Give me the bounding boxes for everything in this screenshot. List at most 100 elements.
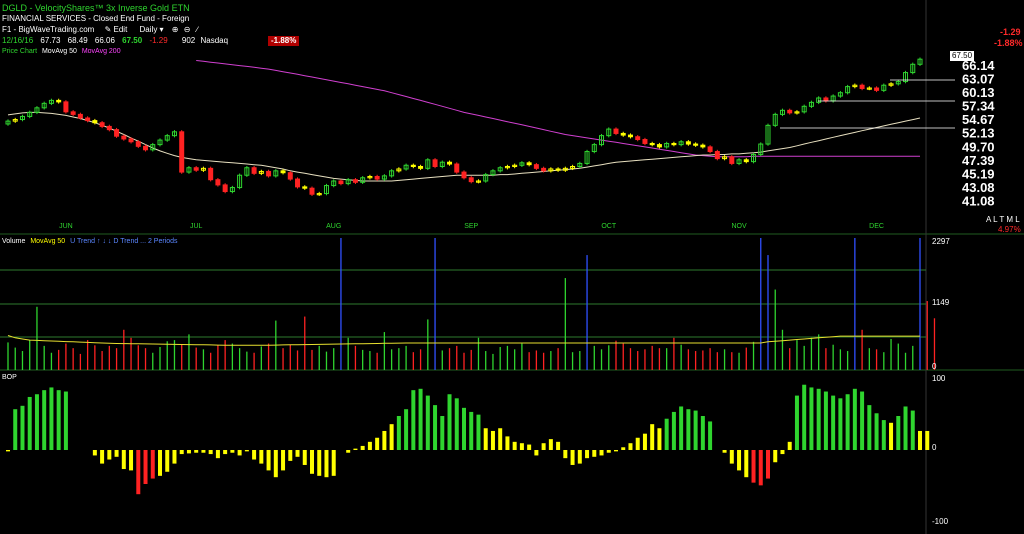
bop-bar bbox=[208, 450, 213, 455]
candle-body bbox=[671, 142, 677, 146]
bop-bar bbox=[628, 443, 633, 450]
bop-bar bbox=[505, 436, 510, 450]
chart-title: DGLD - VelocityShares™ 3x Inverse Gold E… bbox=[2, 3, 190, 13]
bop-bar bbox=[129, 450, 134, 471]
bop-bar bbox=[295, 450, 300, 457]
candle-body bbox=[215, 179, 221, 186]
bop-bar bbox=[845, 394, 850, 450]
price-candle bbox=[114, 127, 120, 138]
candle-body bbox=[179, 131, 185, 173]
bop-bar bbox=[389, 424, 394, 450]
price-candle bbox=[179, 130, 185, 174]
candle-body bbox=[700, 144, 706, 148]
month-label: DEC bbox=[869, 223, 884, 230]
bop-bar bbox=[483, 428, 488, 450]
candle-body bbox=[693, 143, 699, 146]
zoom-out-button[interactable]: ⊖ bbox=[184, 25, 193, 34]
bop-bar bbox=[642, 433, 647, 450]
bop-bar bbox=[42, 390, 47, 450]
right-change: -1.29 bbox=[1000, 27, 1021, 37]
quote-low: 66.06 bbox=[94, 36, 115, 45]
price-candle bbox=[309, 186, 315, 196]
bop-bar bbox=[230, 450, 235, 453]
price-tick-label: 52.13 bbox=[962, 126, 995, 141]
bop-bar bbox=[903, 406, 908, 450]
bop-bar bbox=[49, 387, 54, 450]
price-candle bbox=[215, 178, 221, 187]
price-tick-label: 41.08 bbox=[962, 194, 995, 209]
bop-bar bbox=[404, 409, 409, 450]
quote-high: 68.49 bbox=[67, 36, 88, 45]
candle-body bbox=[63, 101, 69, 113]
bop-bar bbox=[860, 391, 865, 450]
price-candle bbox=[461, 170, 467, 180]
bop-bar bbox=[548, 439, 553, 450]
last-price-tag: 67.50 bbox=[950, 51, 975, 61]
bop-bar bbox=[418, 388, 423, 450]
bop-bar bbox=[780, 450, 785, 455]
bop-bar bbox=[708, 421, 713, 450]
candle-body bbox=[649, 142, 655, 146]
candle-body bbox=[656, 144, 662, 148]
candle-body bbox=[418, 165, 424, 169]
candle-body bbox=[468, 177, 474, 183]
candle-body bbox=[627, 134, 633, 138]
source-label: F1 - BigWaveTrading.com bbox=[2, 25, 95, 34]
pct-change-badge: -1.88% bbox=[268, 36, 300, 46]
bop-bar bbox=[27, 396, 32, 450]
candle-body bbox=[447, 161, 453, 165]
candle-body bbox=[454, 163, 460, 173]
bop-bar bbox=[433, 405, 438, 450]
candle-body bbox=[128, 138, 134, 143]
bop-bar bbox=[288, 450, 293, 461]
bop-bar bbox=[346, 450, 351, 453]
bop-bar bbox=[758, 450, 763, 486]
bop-bar bbox=[158, 450, 162, 476]
zoom-in-button[interactable]: ⊕ bbox=[172, 25, 181, 34]
bop-bar bbox=[599, 450, 604, 456]
month-label: JUN bbox=[59, 223, 73, 230]
draw-line-icon: ∕ bbox=[196, 25, 199, 34]
month-label: SEP bbox=[464, 223, 478, 230]
bop-bar bbox=[925, 430, 930, 450]
bop-bar bbox=[577, 450, 582, 464]
bop-bar bbox=[816, 388, 821, 450]
price-candle bbox=[208, 166, 214, 182]
bop-mid-tick: 0 bbox=[932, 443, 937, 452]
bop-bar bbox=[744, 450, 749, 478]
candle-body bbox=[714, 151, 720, 160]
volume-legend: Volume MovAvg 50 U Trend ↑ ↓ ↓ D Trend .… bbox=[2, 237, 178, 247]
bop-bar bbox=[215, 450, 220, 459]
price-candle bbox=[287, 171, 293, 181]
bop-bar bbox=[179, 450, 184, 455]
bop-bar bbox=[266, 450, 271, 471]
candle-body bbox=[114, 129, 120, 137]
bop-bar bbox=[360, 445, 365, 450]
bop-bar bbox=[100, 450, 105, 464]
bop-bar bbox=[534, 450, 539, 456]
candle-body bbox=[432, 159, 438, 167]
candle-body bbox=[352, 179, 358, 183]
candle-body bbox=[287, 172, 293, 180]
bop-bar bbox=[252, 450, 257, 460]
price-tick-label: 43.08 bbox=[962, 180, 995, 195]
bop-bar bbox=[664, 418, 669, 450]
bop-bottom-tick: -100 bbox=[932, 517, 949, 526]
bop-bar bbox=[751, 450, 756, 483]
candle-body bbox=[92, 120, 98, 124]
candle-body bbox=[56, 99, 62, 103]
bop-bar bbox=[367, 441, 372, 450]
candle-body bbox=[533, 164, 539, 169]
edit-button[interactable]: ✎ Edit bbox=[105, 25, 130, 34]
month-label: OCT bbox=[601, 223, 617, 230]
bop-bar bbox=[606, 450, 611, 453]
quote-close: 67.50 bbox=[122, 36, 143, 45]
bop-bar bbox=[440, 416, 445, 450]
draw-tool-button[interactable]: ∕ bbox=[197, 25, 198, 34]
bop-bar bbox=[462, 407, 466, 450]
ma50-legend: MovAvg 50 bbox=[41, 48, 77, 55]
period-dropdown[interactable]: Daily ▾ bbox=[140, 25, 166, 34]
candle-body bbox=[685, 141, 691, 145]
bop-bar bbox=[396, 416, 401, 450]
quote-row: 12/16/16 67.73 68.49 66.06 67.50 -1.29 9… bbox=[2, 36, 228, 46]
